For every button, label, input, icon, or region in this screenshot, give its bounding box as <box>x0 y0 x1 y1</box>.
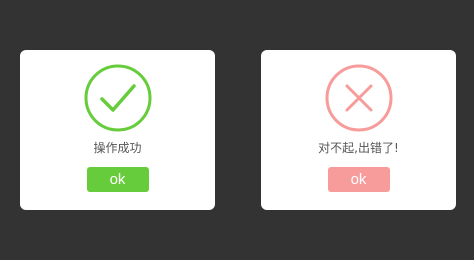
success-ok-button[interactable]: ok <box>86 167 149 192</box>
error-ok-button[interactable]: ok <box>327 167 390 192</box>
x-circle-icon <box>324 63 394 133</box>
success-dialog: 操作成功 ok <box>20 50 215 210</box>
success-message: 操作成功 <box>93 141 142 155</box>
checkmark-circle-icon <box>83 63 153 133</box>
error-message: 对不起,出错了! <box>318 141 399 155</box>
error-dialog: 对不起,出错了! ok <box>261 50 456 210</box>
